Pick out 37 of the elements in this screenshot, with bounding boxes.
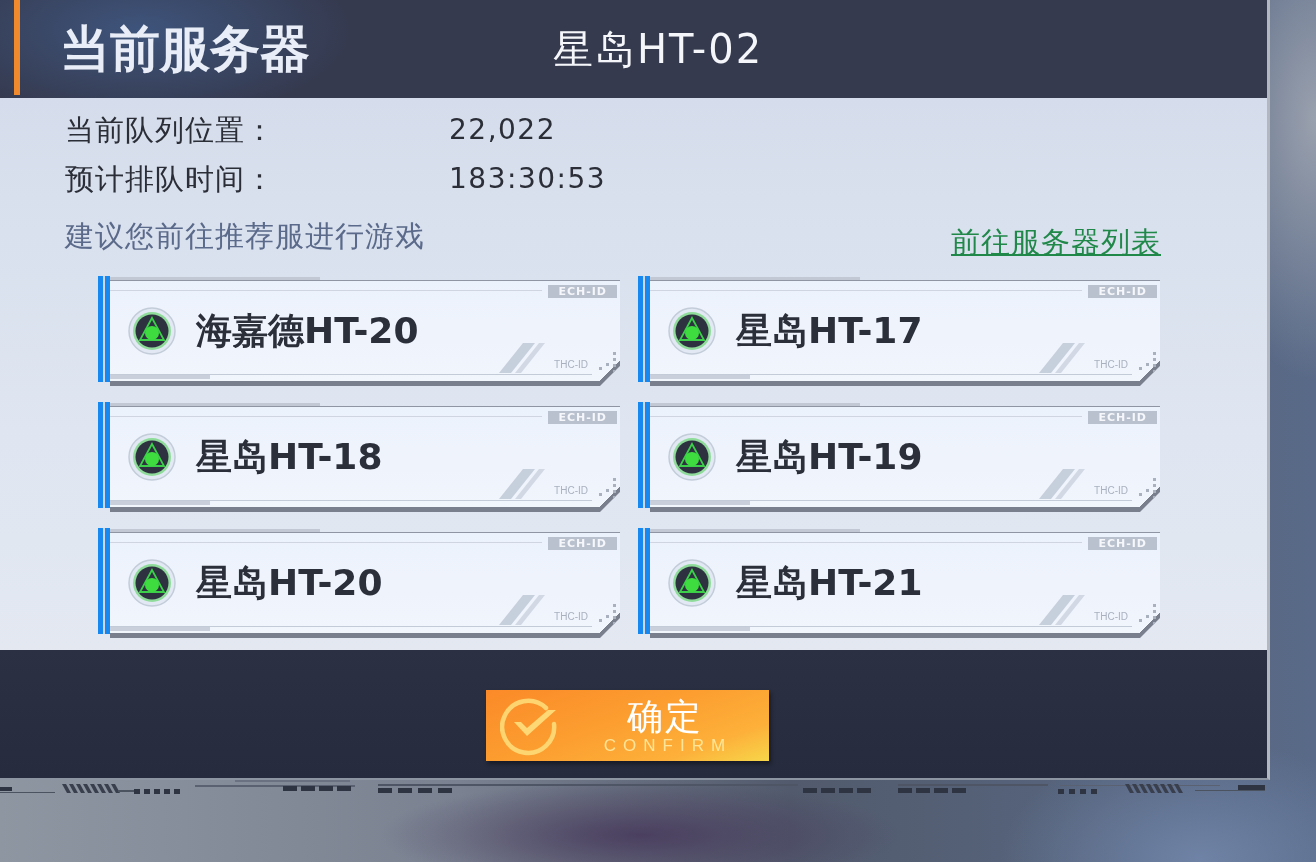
suggestion-text: 建议您前往推荐服进行游戏 — [65, 219, 425, 254]
serial-code: THC-ID — [1094, 485, 1128, 497]
serial-code: THC-ID — [554, 359, 588, 371]
serial-tag: ECH-ID — [548, 411, 617, 424]
dot-grid-icon — [1139, 477, 1157, 499]
queue-label: 预计排队时间： — [65, 162, 276, 197]
dot-grid-icon — [599, 477, 617, 499]
triangle-dot-icon — [668, 559, 716, 607]
serial-tag: ECH-ID — [1088, 285, 1157, 298]
triangle-dot-icon — [128, 307, 176, 355]
server-card[interactable]: 星岛HT-21 ECH-ID THC-ID — [638, 528, 1160, 638]
server-card[interactable]: 星岛HT-19 ECH-ID THC-ID — [638, 402, 1160, 512]
queue-value: 183:30:53 — [449, 161, 608, 197]
dot-grid-icon — [599, 603, 617, 625]
queue-label: 当前队列位置： — [65, 113, 276, 148]
triangle-dot-icon — [668, 433, 716, 481]
serial-code: THC-ID — [554, 611, 588, 623]
serial-tag: ECH-ID — [1088, 411, 1157, 424]
dialog-title: 当前服务器 — [60, 24, 311, 74]
dot-grid-icon — [1139, 351, 1157, 373]
serial-code: THC-ID — [1094, 611, 1128, 623]
current-server-name: 星岛HT-02 — [553, 29, 764, 69]
server-card[interactable]: 星岛HT-20 ECH-ID THC-ID — [98, 528, 620, 638]
serial-tag: ECH-ID — [1088, 537, 1157, 550]
serial-code: THC-ID — [554, 485, 588, 497]
serial-code: THC-ID — [1094, 359, 1128, 371]
serial-tag: ECH-ID — [548, 537, 617, 550]
server-card[interactable]: 星岛HT-18 ECH-ID THC-ID — [98, 402, 620, 512]
server-card[interactable]: 海嘉德HT-20 ECH-ID THC-ID — [98, 276, 620, 386]
dot-grid-icon — [599, 351, 617, 373]
queue-value: 22,022 — [449, 112, 557, 148]
triangle-dot-icon — [128, 559, 176, 607]
serial-tag: ECH-ID — [548, 285, 617, 298]
triangle-dot-icon — [128, 433, 176, 481]
server-card[interactable]: 星岛HT-17 ECH-ID THC-ID — [638, 276, 1160, 386]
triangle-dot-icon — [668, 307, 716, 355]
dot-grid-icon — [1139, 603, 1157, 625]
